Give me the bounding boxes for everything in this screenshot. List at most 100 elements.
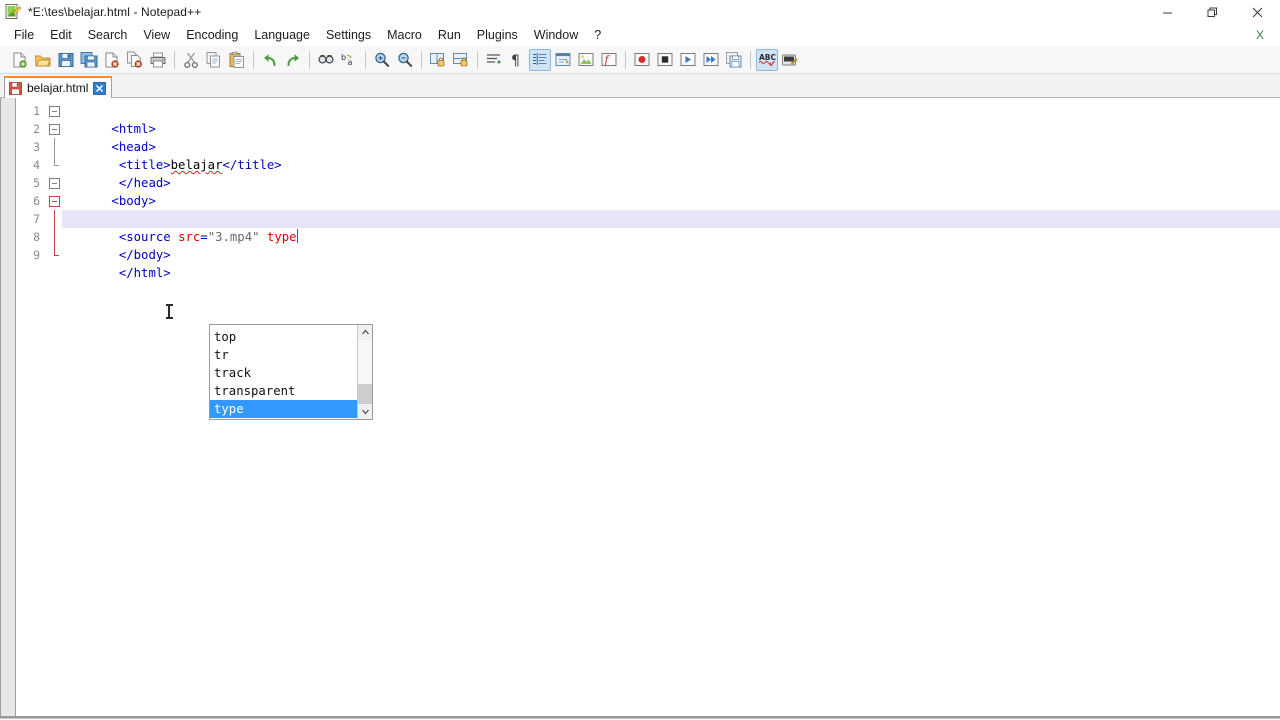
fold-collapse-icon[interactable] xyxy=(49,178,60,189)
code-line-3[interactable]: <title>belajar</title> xyxy=(62,138,1280,172)
user-defined-dialog-icon[interactable] xyxy=(552,49,574,71)
close-all-files-icon[interactable] xyxy=(124,49,146,71)
scroll-down-arrow-icon[interactable] xyxy=(358,404,372,419)
macro-run-multiple-icon[interactable] xyxy=(700,49,722,71)
menu-item-edit[interactable]: Edit xyxy=(42,26,80,44)
show-all-characters-icon[interactable]: ¶ xyxy=(506,49,528,71)
fold-marker-line-1[interactable] xyxy=(46,102,62,120)
print-icon[interactable] xyxy=(147,49,169,71)
sync-horizontal-scroll-icon[interactable] xyxy=(450,49,472,71)
sync-vertical-scroll-icon[interactable] xyxy=(427,49,449,71)
menu-item-file[interactable]: File xyxy=(6,26,42,44)
redo-icon[interactable] xyxy=(282,49,304,71)
scrollbar-track[interactable] xyxy=(358,340,372,404)
open-file-icon[interactable] xyxy=(32,49,54,71)
autocomplete-item-transparent[interactable]: transparent xyxy=(210,382,357,400)
fold-collapse-icon[interactable] xyxy=(49,124,60,135)
minimize-button[interactable] xyxy=(1145,0,1190,24)
menu-item-language[interactable]: Language xyxy=(246,26,318,44)
autocomplete-scrollbar[interactable] xyxy=(357,325,372,419)
copy-icon[interactable] xyxy=(203,49,225,71)
tab-belajar-html[interactable]: belajar.html xyxy=(4,76,113,98)
code-line-6[interactable]: <video width="500" height="500" controls… xyxy=(62,192,1280,226)
run-icon[interactable] xyxy=(779,49,801,71)
text-ibeam-cursor xyxy=(165,304,173,319)
code-line-2[interactable]: <head> xyxy=(62,120,1280,154)
line-number: 8 xyxy=(33,230,40,244)
code-line-8[interactable]: </body> xyxy=(62,228,1280,262)
new-file-icon[interactable] xyxy=(9,49,31,71)
menu-item-search[interactable]: Search xyxy=(80,26,136,44)
show-indent-guide-icon[interactable] xyxy=(529,48,551,71)
menu-bar: File Edit Search View Encoding Language … xyxy=(0,24,1280,46)
line-number: 4 xyxy=(33,158,40,172)
code-line-7-current[interactable]: <source src="3.mp4" type xyxy=(62,210,1280,244)
menu-item-window[interactable]: Window xyxy=(526,26,586,44)
close-document-button[interactable]: X xyxy=(1256,28,1278,42)
window-controls xyxy=(1145,0,1280,24)
fold-marker-line-5[interactable] xyxy=(46,174,62,192)
autocomplete-list[interactable]: top tr track transparent type xyxy=(210,325,357,419)
toolbar-separator xyxy=(750,50,751,69)
svg-text:ABC: ABC xyxy=(759,53,776,62)
word-wrap-icon[interactable] xyxy=(483,49,505,71)
undo-icon[interactable] xyxy=(259,49,281,71)
scrollbar-thumb[interactable] xyxy=(358,384,372,404)
fold-marker-line-9 xyxy=(46,246,62,264)
code-line-1[interactable]: <html> xyxy=(62,102,1280,136)
autocomplete-popup[interactable]: top tr track transparent type xyxy=(209,324,373,420)
fold-collapse-icon-active[interactable] xyxy=(49,196,60,207)
menu-item-encoding[interactable]: Encoding xyxy=(178,26,246,44)
save-icon[interactable] xyxy=(55,49,77,71)
fold-margin[interactable] xyxy=(46,98,62,716)
line-number: 2 xyxy=(33,122,40,136)
fold-marker-line-3 xyxy=(46,138,62,156)
unsaved-file-icon xyxy=(9,81,22,95)
scroll-up-arrow-icon[interactable] xyxy=(358,325,372,340)
line-number: 9 xyxy=(33,248,40,262)
spell-check-icon[interactable]: ABC xyxy=(756,48,778,71)
cut-icon[interactable] xyxy=(180,49,202,71)
toolbar-separator xyxy=(625,50,626,69)
replace-icon[interactable]: b a xyxy=(338,49,360,71)
macro-play-icon[interactable] xyxy=(677,49,699,71)
autocomplete-item-type[interactable]: type xyxy=(210,400,357,418)
fold-marker-line-7 xyxy=(46,210,62,228)
fold-line xyxy=(54,138,55,156)
toolbar-separator xyxy=(365,50,366,69)
line-number: 3 xyxy=(33,140,40,154)
zoom-out-icon[interactable] xyxy=(394,49,416,71)
menu-item-help[interactable]: ? xyxy=(586,26,609,44)
editor-area[interactable]: 1 2 3 4 5 6 7 8 9 <html> <head> <title>b… xyxy=(0,98,1280,718)
fold-collapse-icon[interactable] xyxy=(49,106,60,117)
code-line-4[interactable]: </head> xyxy=(62,156,1280,190)
restore-button[interactable] xyxy=(1190,0,1235,24)
title-bar: *E:\tes\belajar.html - Notepad++ xyxy=(0,0,1280,24)
save-all-icon[interactable] xyxy=(78,49,100,71)
menu-item-macro[interactable]: Macro xyxy=(379,26,430,44)
autocomplete-item-top[interactable]: top xyxy=(210,328,357,346)
menu-item-run[interactable]: Run xyxy=(430,26,469,44)
code-line-9[interactable]: </html> xyxy=(62,246,1280,280)
autocomplete-item-tr[interactable]: tr xyxy=(210,346,357,364)
document-map-icon[interactable] xyxy=(575,49,597,71)
close-button[interactable] xyxy=(1235,0,1280,24)
paste-icon[interactable] xyxy=(226,49,248,71)
find-icon[interactable] xyxy=(315,49,337,71)
menu-item-plugins[interactable]: Plugins xyxy=(469,26,526,44)
function-list-icon[interactable]: f xyxy=(598,49,620,71)
macro-record-icon[interactable] xyxy=(631,49,653,71)
code-line-5[interactable]: <body> xyxy=(62,174,1280,208)
menu-item-view[interactable]: View xyxy=(135,26,178,44)
menu-item-settings[interactable]: Settings xyxy=(318,26,379,44)
toolbar: b a ¶ f ABC xyxy=(0,46,1280,74)
close-file-icon[interactable] xyxy=(101,49,123,71)
fold-line-active xyxy=(54,210,56,228)
macro-stop-icon[interactable] xyxy=(654,49,676,71)
zoom-in-icon[interactable] xyxy=(371,49,393,71)
close-icon[interactable] xyxy=(93,81,107,95)
autocomplete-item-track[interactable]: track xyxy=(210,364,357,382)
macro-save-icon[interactable] xyxy=(723,49,745,71)
fold-marker-line-6[interactable] xyxy=(46,192,62,210)
fold-marker-line-2[interactable] xyxy=(46,120,62,138)
